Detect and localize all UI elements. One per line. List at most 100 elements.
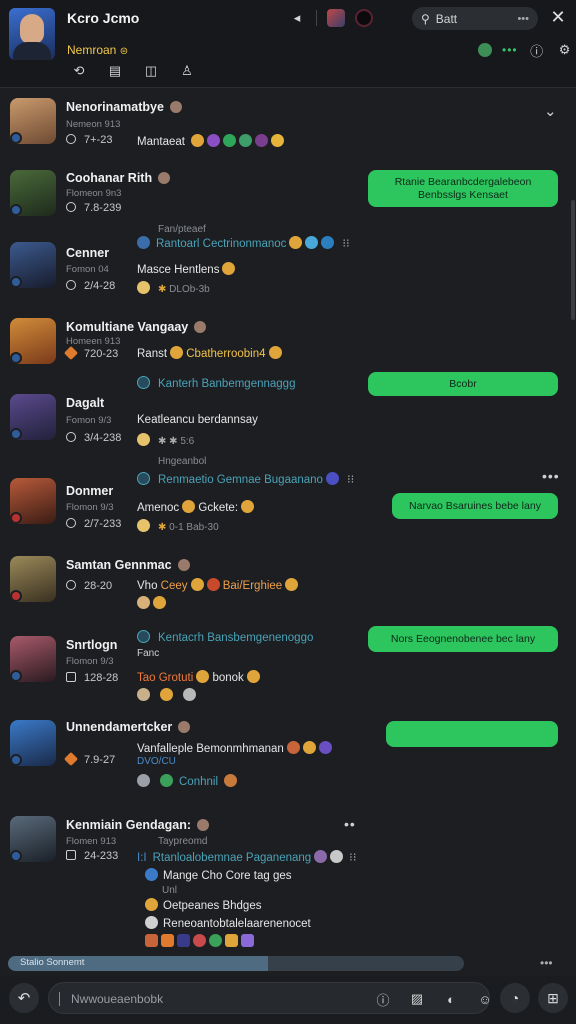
timestamp: 7.8-239: [66, 202, 121, 214]
online-indicator-icon: •••: [502, 43, 518, 57]
sender-meta: Fomon 04: [66, 264, 109, 275]
sender-badge-icon: [169, 101, 182, 113]
avatar[interactable]: [10, 556, 56, 602]
sticker-icon[interactable]: ◐: [442, 990, 460, 1008]
avatar[interactable]: [10, 242, 56, 288]
more-icon[interactable]: ⁝⁝: [342, 238, 349, 250]
list-item[interactable]: Nenorinamatbye Nemeon 913 7+-23 Mantaeat…: [0, 96, 576, 172]
message-subtext: ✱ 0-1 Bab-30: [137, 519, 219, 533]
reply-preview[interactable]: I:I Rtanloalobemnae Paganenang ⁝⁝: [137, 850, 356, 864]
info-icon[interactable]: ⓘ: [528, 41, 546, 59]
status-avatar-icon[interactable]: [478, 43, 492, 57]
list-item[interactable]: Dagalt Fomon 9/3 Keatleancu berdannsay 3…: [0, 394, 576, 460]
message-attachment[interactable]: Conhnil: [137, 774, 237, 788]
reply-label: Fan/pteaef: [158, 224, 206, 235]
avatar[interactable]: [10, 98, 56, 144]
reply-icon: [137, 472, 150, 485]
list-item[interactable]: Samtan Gennmac 28-20 Vho Ceey Bai/Erghie…: [0, 552, 576, 622]
message-input[interactable]: [71, 990, 371, 1008]
user-icon[interactable]: ♙: [178, 62, 196, 80]
compose-icon: ⊞: [547, 989, 559, 1006]
contact-avatar-icon[interactable]: [327, 9, 345, 27]
message-text: Reneoantobtalelaarenenocet: [145, 916, 311, 930]
avatar[interactable]: [10, 478, 56, 524]
sender-name: Unnendamertcker: [66, 720, 191, 734]
message-list[interactable]: Nenorinamatbye Nemeon 913 7+-23 Mantaeat…: [0, 90, 576, 948]
info-icon[interactable]: ⓘ: [374, 990, 392, 1008]
play-icon[interactable]: ◂: [288, 9, 306, 27]
more-icon[interactable]: •••: [517, 13, 529, 25]
emoji-icon: [239, 134, 253, 147]
search-input[interactable]: ⚲ Batt •••: [412, 7, 538, 30]
more-icon[interactable]: •••: [540, 956, 553, 970]
emoji-icon: [271, 134, 285, 147]
profile-avatar[interactable]: [9, 8, 55, 60]
sender-badge-icon: [178, 721, 191, 733]
grid-icon[interactable]: ◫: [142, 62, 160, 80]
user-avatar-icon[interactable]: [355, 9, 373, 27]
back-button[interactable]: ↶: [9, 983, 39, 1013]
message-bubble[interactable]: Bcobr: [368, 372, 558, 396]
clock-icon: [66, 280, 76, 290]
sender-name: Samtan Gennmac: [66, 558, 190, 572]
status-icon: [63, 751, 79, 767]
message-label: Fanc: [137, 648, 160, 659]
list-item[interactable]: Kentacrh Bansbemgenenoggo Snrtlogn Flomo…: [0, 626, 576, 706]
chevron-down-icon[interactable]: ⌄: [544, 102, 557, 120]
message-bubble[interactable]: Nors Eeognenobenee bec lany: [368, 626, 558, 652]
reply-label: Hngeanbol: [158, 456, 207, 467]
sender-meta: Flomon 9/3: [66, 656, 114, 667]
more-icon[interactable]: •••: [542, 468, 560, 484]
sender-name: Donmer: [66, 484, 114, 498]
sender-badge-icon: [197, 819, 210, 831]
message-reactions: [137, 596, 166, 610]
avatar[interactable]: [10, 636, 56, 682]
list-item[interactable]: Kenmiain Gendagan: •• Flomen 913 Taypreo…: [0, 806, 576, 948]
more-icon[interactable]: ⁝⁝: [347, 474, 354, 486]
more-icon[interactable]: ••: [344, 816, 356, 832]
reply-preview[interactable]: Kanterh Banbemgennaggg: [137, 376, 295, 390]
timestamp: 2/4-28: [66, 280, 115, 292]
sender-name: Dagalt: [66, 396, 105, 410]
back-arrow-icon: ↶: [17, 990, 31, 1007]
message-bubble[interactable]: Narvao Bsaruines bebe lany: [392, 493, 558, 519]
message-reactions: [137, 688, 196, 702]
clock-icon: [66, 850, 76, 860]
attachment-icon[interactable]: ▨: [408, 990, 426, 1008]
sender-meta: Homeen 913: [66, 336, 121, 347]
avatar[interactable]: [10, 720, 56, 766]
list-item[interactable]: Komultiane Vangaay Homeen 913 720-23 Ran…: [0, 312, 576, 402]
more-icon[interactable]: ⁝⁝: [349, 852, 356, 864]
upload-progress-bar: Stalio Sonnemt: [8, 956, 464, 971]
message-bubble[interactable]: Rtanie Bearanbcdergalebeon Benbsslgs Ken…: [368, 170, 558, 207]
message-input-container[interactable]: ⓘ ▨ ◐ ☺: [48, 982, 492, 1014]
message-text: Masce Hentlens: [137, 262, 236, 276]
chat-subtitle: Nemroan ⊜: [67, 43, 129, 57]
send-button[interactable]: ⊞: [538, 983, 568, 1013]
header-actions: ◂: [288, 9, 373, 27]
sender-meta: Fomon 9/3: [66, 415, 112, 426]
settings-icon[interactable]: ⚙: [556, 41, 574, 59]
avatar[interactable]: [10, 318, 56, 364]
list-item[interactable]: Unnendamertcker Vanfalleple Bemonmhmanan…: [0, 714, 576, 798]
scrollbar[interactable]: [571, 200, 575, 320]
emoji-icon: [207, 134, 221, 147]
message-bubble[interactable]: [386, 721, 558, 747]
close-button[interactable]: ✕: [548, 7, 568, 29]
reply-preview[interactable]: Rantoarl Cectrinonmanoc ⁝⁝: [137, 236, 350, 250]
timestamp: 128-28: [66, 672, 118, 684]
reply-preview[interactable]: Renmaetio Gemnae Bugaanano ⁝⁝: [137, 472, 354, 486]
reply-preview[interactable]: Kentacrh Bansbemgenenoggo: [137, 630, 313, 644]
avatar[interactable]: [10, 816, 56, 862]
list-item[interactable]: Hngeanbol Renmaetio Gemnae Bugaanano ⁝⁝ •…: [0, 454, 576, 544]
sender-name: Kenmiain Gendagan:: [66, 818, 210, 832]
bookmark-icon[interactable]: ▤: [106, 62, 124, 80]
list-item[interactable]: Fan/pteaef Rantoarl Cectrinonmanoc ⁝⁝ Cen…: [0, 224, 576, 302]
message-text: Mange Cho Core tag ges: [145, 868, 292, 882]
voice-button[interactable]: ◔: [500, 983, 530, 1013]
avatar[interactable]: [10, 394, 56, 440]
sender-badge-icon: [158, 172, 171, 184]
avatar[interactable]: [10, 170, 56, 216]
back-icon[interactable]: ⟲: [70, 62, 88, 80]
emoji-icon[interactable]: ☺: [476, 990, 494, 1008]
